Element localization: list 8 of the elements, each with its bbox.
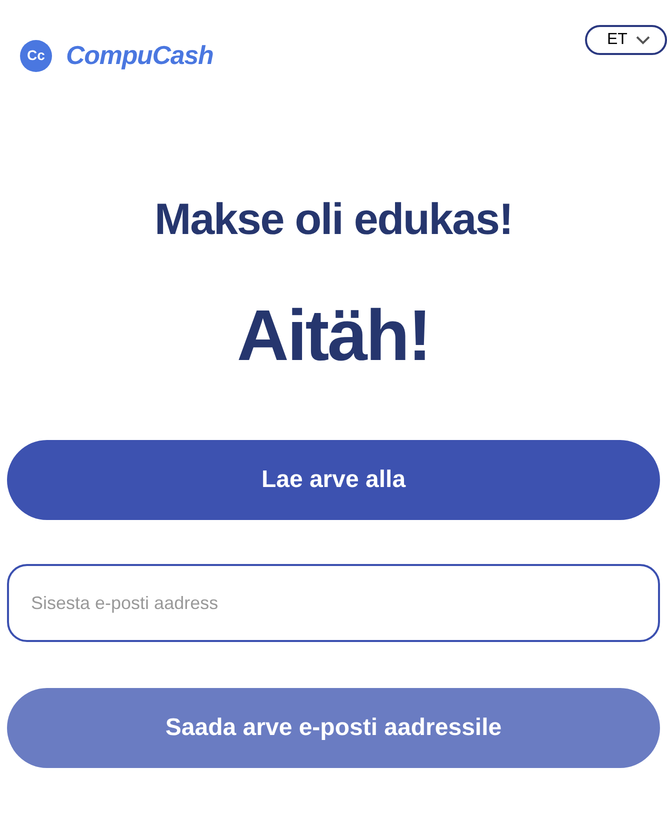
logo-mark: Cc	[20, 40, 52, 72]
email-field[interactable]: Sisesta e-posti aadress	[7, 564, 660, 642]
chevron-down-icon	[635, 35, 652, 45]
thanks-heading: Aitäh!	[236, 300, 432, 372]
language-selector[interactable]: ET	[585, 25, 667, 55]
success-heading: Makse oli edukas!	[154, 198, 514, 242]
download-invoice-button[interactable]: Lae arve alla	[7, 440, 660, 520]
brand-name: CompuCash	[66, 39, 214, 72]
